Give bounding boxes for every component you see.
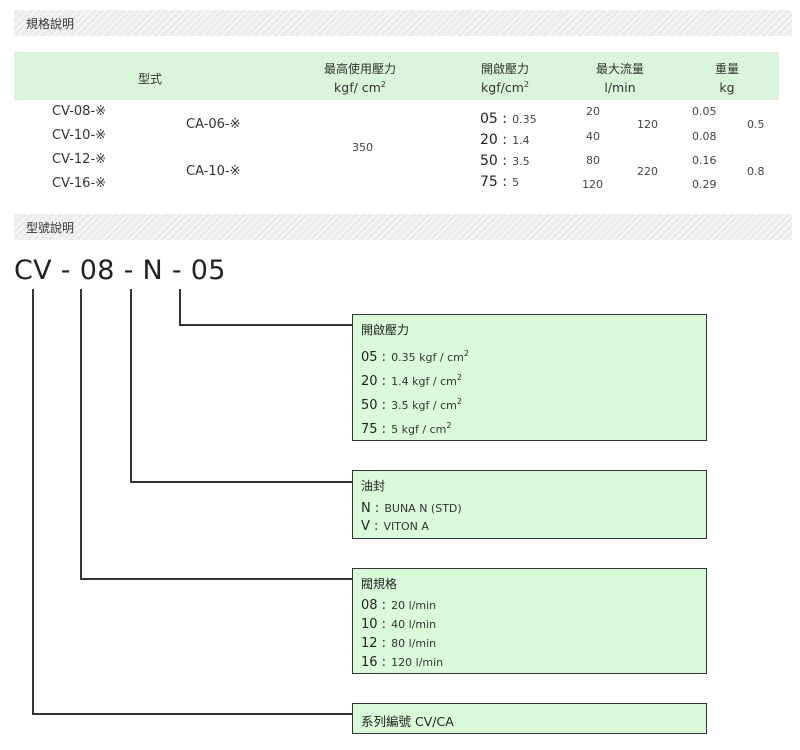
crack-pressure-box-title: 開啟壓力 — [361, 323, 410, 337]
flow-1: 20 — [586, 105, 600, 118]
model-code: CV - 08 - N - 05 — [14, 255, 226, 286]
header-crack-pressure: 開啟壓力 — [480, 62, 529, 76]
max-pressure-value: 350 — [352, 141, 373, 154]
model-section-header: 型號說明 — [14, 214, 792, 240]
cv-model-2: CV-10-※ — [52, 128, 107, 143]
seal-option-v: V : VITON A — [361, 519, 429, 534]
crack-pressure-option-05: 05 : 0.35 kgf / cm2 — [361, 349, 469, 365]
seal-option-n: N : BUNA N (STD) — [361, 501, 462, 516]
header-model: 型式 — [137, 72, 162, 86]
connector-seal-horizontal — [130, 481, 352, 483]
header-max-flow: 最大流量 — [595, 62, 644, 76]
seal-box: 油封 N : BUNA N (STD) V : VITON A — [352, 470, 707, 539]
header-weight-unit: kg — [719, 80, 735, 95]
connector-size-horizontal — [80, 578, 352, 580]
crack-pressure-option-75: 75 : 5 kgf / cm2 — [361, 421, 452, 437]
spec-section-title: 規格說明 — [26, 17, 75, 31]
header-max-flow-unit: l/min — [604, 80, 636, 95]
valve-size-option-08: 08 : 20 l/min — [361, 598, 437, 613]
model-section-title: 型號說明 — [26, 221, 75, 235]
spec-section-header: 規格說明 — [14, 10, 792, 36]
series-box: 系列編號 CV/CA — [352, 703, 707, 734]
crack-pressure-row-3: 50 : 3.5 — [480, 153, 530, 169]
crack-pressure-row-1: 05 : 0.35 — [480, 111, 537, 127]
weight-2: 0.08 — [692, 130, 717, 143]
header-max-pressure-unit: kgf/ cm2 — [334, 80, 386, 95]
crack-pressure-row-4: 75 : 5 — [480, 174, 520, 190]
ca-flow-1: 120 — [637, 118, 658, 131]
flow-4: 120 — [582, 178, 603, 191]
ca-model-2: CA-10-※ — [186, 164, 241, 179]
seal-box-title: 油封 — [361, 479, 386, 493]
ca-weight-2: 0.8 — [747, 165, 765, 178]
header-weight: 重量 — [714, 62, 739, 76]
weight-3: 0.16 — [692, 154, 717, 167]
series-box-label: 系列編號 CV/CA — [361, 714, 454, 729]
valve-size-option-10: 10 : 40 l/min — [361, 617, 437, 632]
crack-pressure-option-20: 20 : 1.4 kgf / cm2 — [361, 373, 462, 389]
connector-pressure-vertical — [179, 289, 181, 325]
connector-series-horizontal — [32, 713, 352, 715]
crack-pressure-row-2: 20 : 1.4 — [480, 132, 530, 148]
header-crack-pressure-unit: kgf/cm2 — [481, 80, 529, 95]
valve-size-option-12: 12 : 80 l/min — [361, 636, 437, 651]
valve-size-box: 閥規格 08 : 20 l/min 10 : 40 l/min 12 : 80 … — [352, 568, 707, 674]
connector-seal-vertical — [130, 289, 132, 482]
valve-size-box-title: 閥規格 — [361, 577, 398, 591]
cv-model-3: CV-12-※ — [52, 152, 107, 167]
valve-size-option-16: 16 : 120 l/min — [361, 655, 444, 670]
cv-model-4: CV-16-※ — [52, 176, 107, 191]
cv-model-1: CV-08-※ — [52, 104, 107, 119]
weight-4: 0.29 — [692, 178, 717, 191]
ca-weight-1: 0.5 — [747, 118, 765, 131]
crack-pressure-box: 開啟壓力 05 : 0.35 kgf / cm2 20 : 1.4 kgf / … — [352, 314, 707, 441]
connector-series-vertical — [32, 289, 34, 714]
connector-pressure-horizontal — [179, 324, 352, 326]
ca-flow-2: 220 — [637, 165, 658, 178]
header-max-pressure: 最高使用壓力 — [323, 62, 396, 76]
connector-size-vertical — [80, 289, 82, 579]
weight-1: 0.05 — [692, 105, 717, 118]
flow-2: 40 — [586, 130, 600, 143]
crack-pressure-option-50: 50 : 3.5 kgf / cm2 — [361, 397, 462, 413]
flow-3: 80 — [586, 154, 600, 167]
ca-model-1: CA-06-※ — [186, 117, 241, 132]
